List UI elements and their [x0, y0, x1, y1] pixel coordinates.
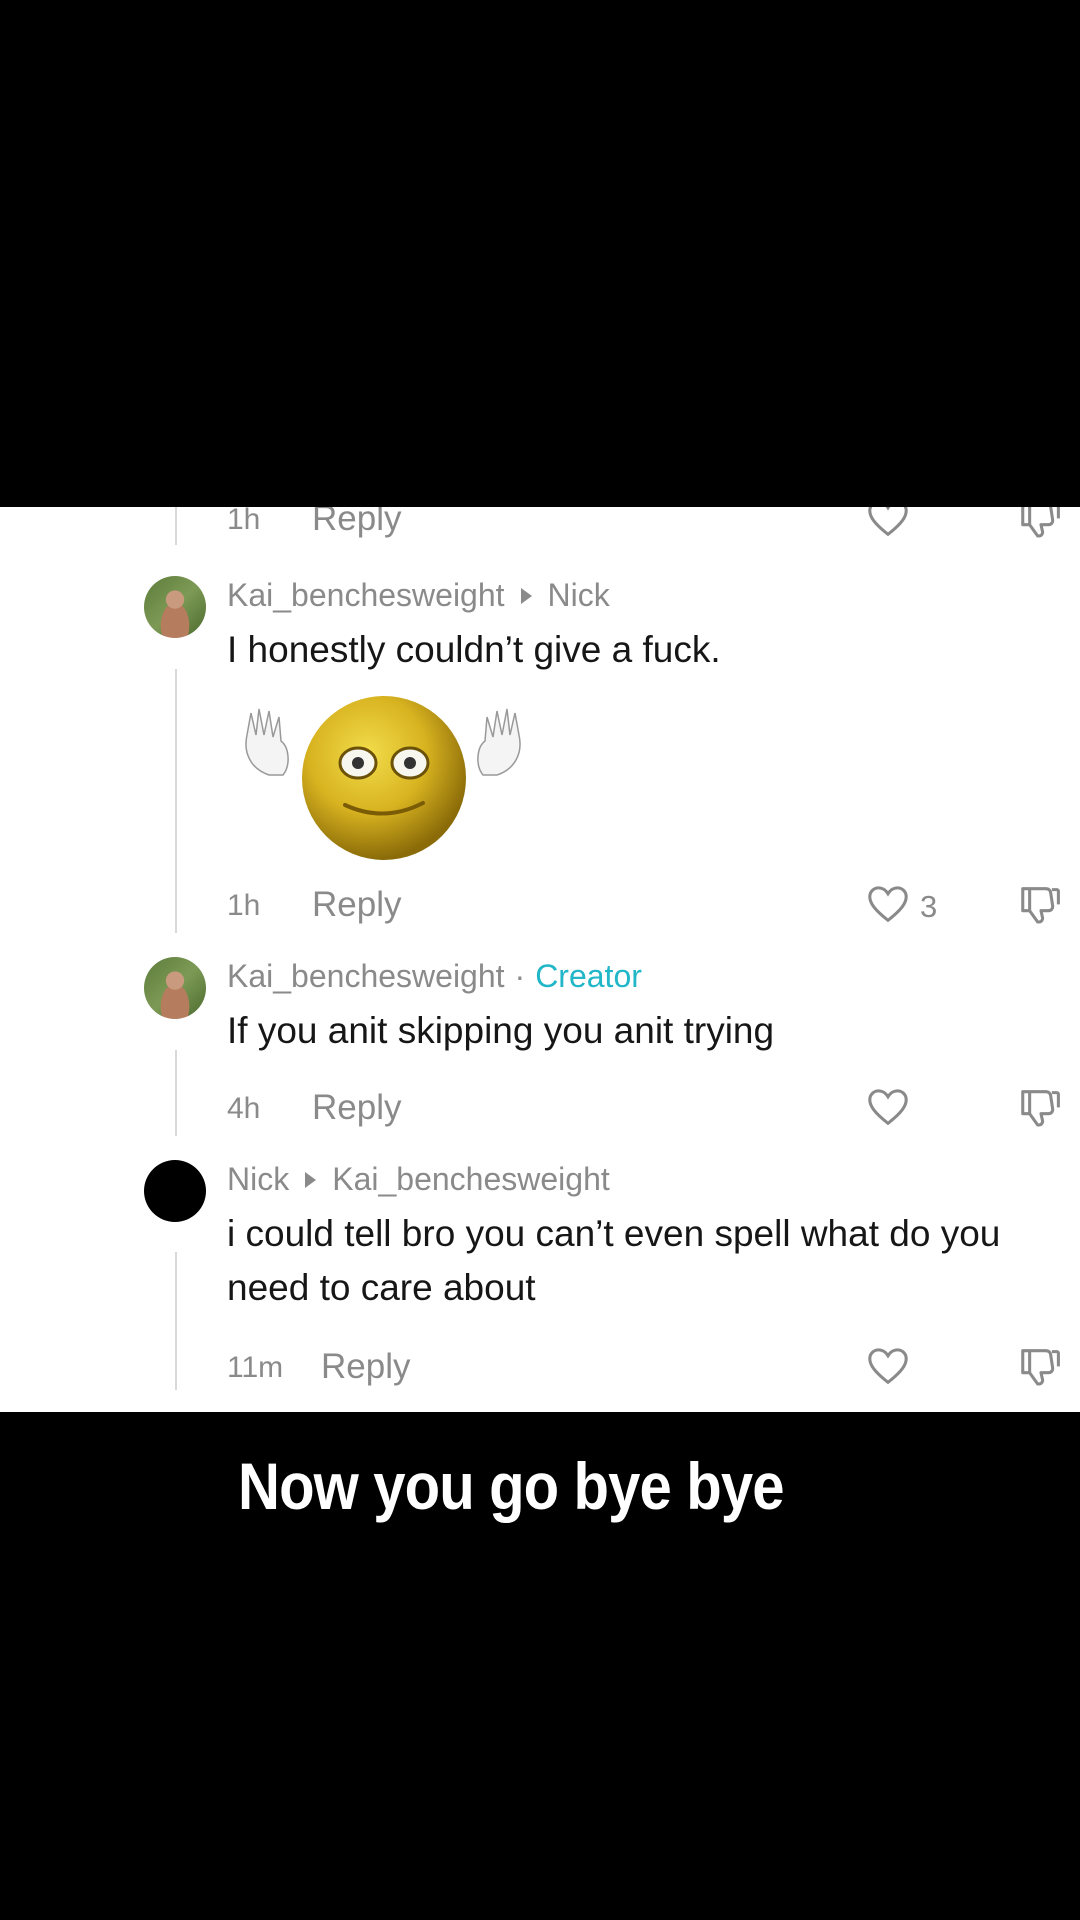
comments-panel: 1h Reply Kai_benchesweight Nick I honest…	[0, 507, 1080, 1412]
video-caption: Now you go bye bye	[238, 1449, 785, 1523]
avatar[interactable]	[144, 576, 206, 638]
comment-time: 1h	[227, 507, 261, 536]
avatar[interactable]	[144, 957, 206, 1019]
comment-time: 4h	[227, 1092, 261, 1125]
comment-actions: 4h Reply	[227, 1084, 1060, 1132]
thread-line	[175, 1050, 177, 1136]
heart-outline-icon[interactable]	[865, 1084, 911, 1130]
comment-author[interactable]: Kai_benchesweight	[227, 958, 505, 995]
thread-line	[175, 507, 177, 545]
waving-smiley-emoji	[245, 696, 521, 860]
reply-to-user[interactable]: Nick	[548, 577, 610, 614]
thumbs-down-icon[interactable]	[1017, 1343, 1063, 1389]
comment-header: Kai_benchesweight Nick	[227, 577, 610, 614]
creator-badge: Creator	[535, 958, 642, 994]
thumbs-down-icon[interactable]	[1017, 1084, 1063, 1130]
comment-header: Kai_benchesweight · Creator	[227, 958, 642, 995]
separator: ·	[514, 958, 526, 994]
comment-author[interactable]: Kai_benchesweight	[227, 577, 505, 614]
reply-button[interactable]: Reply	[312, 885, 401, 925]
like-count: 3	[920, 889, 938, 924]
thumbs-down-icon[interactable]	[1017, 507, 1063, 541]
reply-button[interactable]: Reply	[312, 1088, 401, 1128]
reply-button[interactable]: Reply	[312, 507, 401, 539]
avatar[interactable]	[144, 1160, 206, 1222]
comment-text: If you anit skipping you anit trying	[227, 1010, 775, 1051]
heart-outline-icon[interactable]	[865, 881, 911, 927]
heart-outline-icon[interactable]	[865, 1343, 911, 1389]
comment-text: i could tell bro you can’t even spell wh…	[227, 1213, 1001, 1308]
reply-to-user[interactable]: Kai_benchesweight	[332, 1161, 610, 1198]
reply-arrow-icon	[305, 1171, 317, 1188]
heart-outline-icon[interactable]	[865, 507, 911, 541]
comment-time: 1h	[227, 889, 261, 922]
reply-button[interactable]: Reply	[321, 1347, 410, 1387]
comment-actions: 1h Reply	[227, 507, 1060, 543]
comment-author[interactable]: Nick	[227, 1161, 289, 1198]
comment-text: I honestly couldn’t give a fuck.	[227, 629, 721, 670]
comment-actions: 1h Reply 3	[227, 881, 1060, 929]
video-top-area	[0, 0, 1080, 507]
thread-line	[175, 1252, 177, 1390]
thumbs-down-icon[interactable]	[1017, 881, 1063, 927]
thread-line	[175, 669, 177, 933]
comment-time: 11m	[227, 1351, 284, 1384]
comment-header: Nick Kai_benchesweight	[227, 1161, 610, 1198]
comment-actions: 11m Reply	[227, 1343, 1060, 1391]
reply-arrow-icon	[520, 587, 532, 604]
